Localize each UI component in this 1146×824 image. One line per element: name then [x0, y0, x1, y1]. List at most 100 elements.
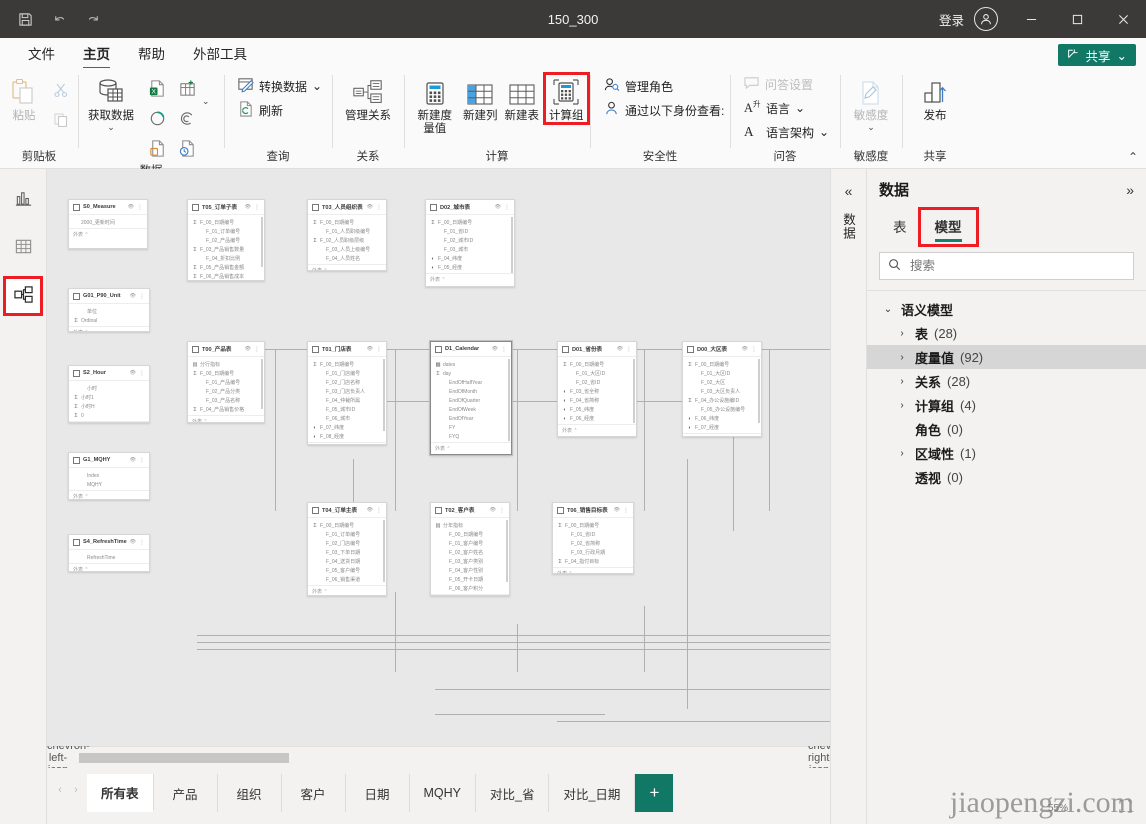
- search-input[interactable]: [908, 258, 1125, 274]
- chevron-icon[interactable]: ›: [895, 328, 909, 339]
- model-table-card[interactable]: G1_MQHY 👁 ⋮ Index MQHY 外表 ⌃: [68, 452, 150, 500]
- more-options-icon[interactable]: ⋮: [139, 457, 145, 464]
- card-scrollbar[interactable]: [508, 359, 510, 441]
- model-field-row[interactable]: F_03_产品名称: [192, 396, 260, 405]
- model-field-row[interactable]: Index: [73, 471, 145, 480]
- calculation-group-button[interactable]: 计算组: [542, 72, 590, 125]
- model-field-row[interactable]: Σ0: [73, 411, 145, 420]
- model-table-footer[interactable]: 外表 ⌃: [69, 228, 147, 239]
- model-table-footer[interactable]: 外表 ⌃: [308, 264, 386, 270]
- tab-home[interactable]: 主页: [69, 43, 124, 69]
- tree-node[interactable]: › 表 (28): [867, 321, 1146, 345]
- model-field-row[interactable]: F_01_大区ID: [562, 369, 632, 378]
- more-options-icon[interactable]: ⋮: [376, 346, 382, 353]
- model-table-header[interactable]: T06_销售目标表 👁 ⋮: [553, 503, 633, 518]
- publish-button[interactable]: 发布: [906, 74, 964, 123]
- model-table-footer[interactable]: 外表 ⌃: [308, 442, 386, 444]
- model-field-row[interactable]: F_01_省ID: [557, 530, 629, 539]
- model-field-row[interactable]: F_01_大区ID: [687, 369, 757, 378]
- share-button[interactable]: 共享 ⌄: [1057, 44, 1136, 66]
- model-table-card[interactable]: T04_订单主表 👁 ⋮ Σ F_00_日期编号 F_01_订单编号 F_02_门店编号 F_…: [307, 502, 387, 596]
- copy-button[interactable]: [46, 106, 76, 136]
- model-table-footer[interactable]: 外表 ⌃: [431, 442, 511, 453]
- chevron-down-icon[interactable]: ⌄: [795, 101, 805, 115]
- model-table-card[interactable]: S0_Measure 👁 ⋮ 2000_更新时间 外表 ⌃: [68, 199, 148, 249]
- hide-icon[interactable]: 👁: [130, 457, 136, 463]
- scroll-track[interactable]: [69, 752, 808, 763]
- model-field-row[interactable]: F_01_门店编号: [312, 369, 382, 378]
- model-table-header[interactable]: T03_人员组织表 👁 ⋮: [308, 200, 386, 215]
- more-options-icon[interactable]: ⋮: [137, 204, 143, 211]
- redo-icon[interactable]: [78, 5, 108, 33]
- model-table-header[interactable]: S0_Measure 👁 ⋮: [69, 200, 147, 215]
- search-box[interactable]: [879, 252, 1134, 280]
- more-options-icon[interactable]: ⋮: [499, 507, 505, 514]
- model-table-card[interactable]: T05_订单子表 👁 ⋮ Σ F_00_日期编号 F_01_订单编号 F_02_产品编号 Σ F…: [187, 199, 265, 281]
- scroll-thumb[interactable]: [79, 752, 289, 763]
- model-field-row[interactable]: RefreshTime: [73, 553, 145, 562]
- sign-in-button[interactable]: 登录: [933, 10, 970, 29]
- model-table-header[interactable]: S4_RefreshTime 👁 ⋮: [69, 535, 149, 550]
- model-field-row[interactable]: F_01_省ID: [430, 227, 510, 236]
- model-table-footer[interactable]: 外表 ⌃: [553, 567, 633, 573]
- more-options-icon[interactable]: ⋮: [254, 346, 260, 353]
- model-table-footer[interactable]: 外表 ⌃: [69, 421, 149, 422]
- tree-node[interactable]: › 计算组 (4): [867, 393, 1146, 417]
- more-options-icon[interactable]: ⋮: [254, 204, 260, 211]
- model-field-row[interactable]: 2000_更新时间: [73, 218, 143, 227]
- sidebar-item-table-view[interactable]: [6, 231, 40, 265]
- data-pane-vertical-label[interactable]: 数据: [839, 213, 858, 240]
- model-table-header[interactable]: T00_产品表 👁 ⋮: [188, 342, 264, 357]
- model-field-row[interactable]: Σday: [435, 369, 507, 378]
- model-table-card[interactable]: D01_省份表 👁 ⋮ Σ F_00_日期编号 F_01_大区ID F_02_省ID ◐ F_0…: [557, 341, 637, 437]
- model-table-header[interactable]: D00_大区表 👁 ⋮: [683, 342, 761, 357]
- tree-node[interactable]: 透视 (0): [867, 465, 1146, 489]
- model-field-row[interactable]: Σ Ordinal: [73, 316, 145, 325]
- model-field-row[interactable]: ◐ F_05_经度: [430, 263, 510, 272]
- close-button[interactable]: [1100, 0, 1146, 38]
- hide-icon[interactable]: 👁: [492, 346, 498, 352]
- model-field-row[interactable]: Σ 小时H: [73, 402, 145, 411]
- model-field-row[interactable]: F_05_开卡日期: [435, 575, 505, 584]
- more-options-icon[interactable]: ⋮: [376, 204, 382, 211]
- model-field-row[interactable]: ◐ F_05_纬度: [562, 405, 632, 414]
- model-field-row[interactable]: F_03_行政月期: [557, 548, 629, 557]
- chevron-up-icon[interactable]: ⌃: [1128, 150, 1138, 164]
- chevron-icon[interactable]: ⌄: [881, 304, 895, 315]
- view-as-button[interactable]: 通过以下身份查看:: [598, 98, 729, 122]
- page-tab[interactable]: 组织: [218, 774, 282, 812]
- model-field-row[interactable]: F_03_客户类别: [435, 557, 505, 566]
- model-table-footer[interactable]: 外表 ⌃: [69, 563, 149, 571]
- model-field-row[interactable]: F_01_产品编号: [192, 378, 260, 387]
- more-options-icon[interactable]: ⋮: [139, 370, 145, 377]
- card-scrollbar[interactable]: [261, 217, 263, 267]
- model-table-header[interactable]: T04_订单主表 👁 ⋮: [308, 503, 386, 518]
- sidebar-item-model-view[interactable]: [3, 276, 43, 316]
- model-field-row[interactable]: Σ F_02_人员职级层级: [312, 236, 382, 245]
- new-table-button[interactable]: [172, 75, 202, 105]
- model-field-row[interactable]: ◐ F_08_经度: [312, 432, 382, 441]
- model-table-header[interactable]: T01_门店表 👁 ⋮: [308, 342, 386, 357]
- model-field-row[interactable]: ◐ F_04_省简称: [562, 396, 632, 405]
- tree-node[interactable]: › 区域性 (1): [867, 441, 1146, 465]
- model-table-header[interactable]: S2_Hour 👁 ⋮: [69, 366, 149, 381]
- more-options-icon[interactable]: ⋮: [504, 204, 510, 211]
- paste-button[interactable]: 粘贴: [2, 74, 46, 123]
- model-field-row[interactable]: F_03_门店负责人: [312, 387, 382, 396]
- chevron-double-left-icon[interactable]: «: [841, 179, 857, 203]
- model-table-footer[interactable]: 外表 ⌃: [683, 433, 761, 436]
- tree-node[interactable]: › 度量值 (92): [867, 345, 1146, 369]
- model-field-row[interactable]: F_02_城市ID: [430, 236, 510, 245]
- model-field-row[interactable]: Σ F_04_办公设施编ID: [687, 396, 757, 405]
- model-table-card[interactable]: T06_销售目标表 👁 ⋮ Σ F_00_日期编号 F_01_省ID F_02_省简称 F_0…: [552, 502, 634, 574]
- chevron-down-icon[interactable]: ⌄: [107, 123, 115, 132]
- model-field-row[interactable]: F_02_门店名称: [312, 378, 382, 387]
- model-table-footer[interactable]: 外表 ⌃: [308, 585, 386, 595]
- page-tab[interactable]: MQHY: [410, 774, 477, 812]
- model-field-row[interactable]: F_01_客户编号: [435, 539, 505, 548]
- language-button[interactable]: A升 语言 ⌄: [738, 96, 810, 120]
- hide-icon[interactable]: 👁: [130, 370, 136, 376]
- more-options-icon[interactable]: ⋮: [139, 539, 145, 546]
- manage-roles-button[interactable]: 管理角色: [598, 74, 678, 98]
- sidebar-item-report-view[interactable]: [6, 183, 40, 217]
